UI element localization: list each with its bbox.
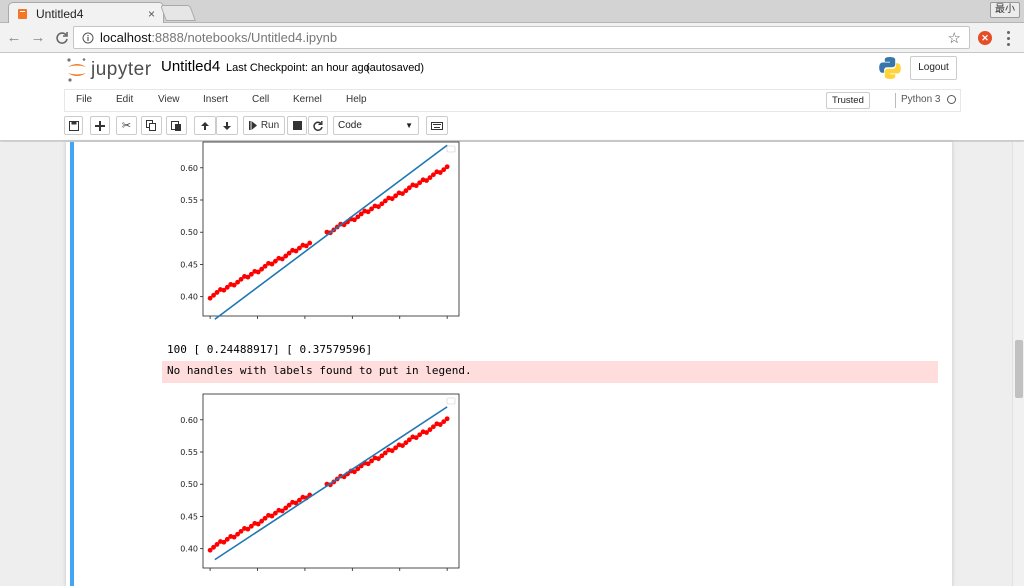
run-button[interactable]: Run <box>243 116 285 135</box>
plot-output-2: 0.00.20.40.60.81.00.400.450.500.550.60 <box>180 393 460 571</box>
jupyter-header: jupyter Untitled4 Last Checkpoint: an ho… <box>0 53 1024 141</box>
keyboard-icon <box>431 121 443 130</box>
stop-icon <box>292 121 302 130</box>
move-up-button[interactable] <box>194 116 216 135</box>
reload-icon[interactable] <box>52 28 72 48</box>
y-tick-label: 0.40 <box>180 293 198 302</box>
scrollbar-thumb[interactable] <box>1015 340 1023 398</box>
kernel-name[interactable]: Python 3 <box>901 94 940 105</box>
checkpoint-status: Last Checkpoint: an hour ago <box>226 62 370 74</box>
paste-button[interactable] <box>166 116 187 135</box>
y-tick-label: 0.40 <box>180 545 198 554</box>
copy-button[interactable] <box>141 116 162 135</box>
info-icon[interactable] <box>82 32 94 44</box>
y-tick-label: 0.60 <box>180 416 198 425</box>
menu-insert[interactable]: Insert <box>203 94 228 105</box>
menu-edit[interactable]: Edit <box>116 94 133 105</box>
extension-icon[interactable]: ✕ <box>978 31 992 45</box>
logout-button[interactable]: Logout <box>910 56 957 80</box>
address-bar[interactable]: localhost:8888/notebooks/Untitled4.ipynb… <box>73 26 970 49</box>
bookmark-star-icon[interactable]: ☆ <box>948 29 961 47</box>
scatter-point <box>307 240 313 246</box>
scatter-point <box>444 164 450 170</box>
jupyter-logo-icon <box>67 58 86 82</box>
run-button-label: Run <box>260 120 280 131</box>
empty-legend-box <box>446 397 456 405</box>
browser-tab[interactable]: Untitled4 × <box>8 2 164 24</box>
selected-cell-indicator <box>70 142 74 586</box>
notebook-name[interactable]: Untitled4 <box>161 58 220 75</box>
notebook-menubar: File Edit View Insert Cell Kernel Help T… <box>64 89 961 112</box>
jupyter-logo[interactable]: jupyter <box>66 57 152 83</box>
step-forward-icon <box>248 121 257 130</box>
plot-axes-frame <box>202 141 460 317</box>
cut-button[interactable]: ✂ <box>116 116 137 135</box>
y-tick-label: 0.45 <box>180 260 198 269</box>
cell-type-value: Code <box>338 120 362 131</box>
plus-icon <box>95 120 105 131</box>
jupyter-favicon-icon <box>17 8 28 20</box>
y-tick-label: 0.50 <box>180 228 198 237</box>
move-down-button[interactable] <box>216 116 238 135</box>
arrow-down-icon <box>223 121 231 130</box>
stderr-output: No handles with labels found to put in l… <box>162 361 938 383</box>
menu-view[interactable]: View <box>158 94 180 105</box>
y-tick-label: 0.45 <box>180 512 198 521</box>
url-host: localhost <box>100 30 152 45</box>
scissors-icon: ✂ <box>121 120 132 132</box>
menu-kernel[interactable]: Kernel <box>293 94 322 105</box>
cell-type-select[interactable]: Code ▼ <box>333 116 419 135</box>
page-scrollbar[interactable] <box>1012 142 1024 586</box>
y-tick-label: 0.50 <box>180 480 198 489</box>
window-control-button[interactable]: 最小 <box>990 2 1020 18</box>
browser-toolbar: ← → localhost:8888/notebooks/Untitled4.i… <box>0 23 1024 53</box>
new-tab-button[interactable] <box>160 5 196 21</box>
jupyter-logo-text: jupyter <box>91 59 152 80</box>
menu-help[interactable]: Help <box>346 94 367 105</box>
menu-file[interactable]: File <box>76 94 92 105</box>
forward-icon[interactable]: → <box>28 28 48 48</box>
back-icon[interactable]: ← <box>4 28 24 48</box>
browser-menu-icon[interactable] <box>1004 29 1012 47</box>
restart-kernel-button[interactable] <box>308 116 328 135</box>
empty-legend-box <box>446 145 456 153</box>
kernel-separator <box>895 93 896 108</box>
trusted-badge[interactable]: Trusted <box>826 92 870 109</box>
stream-output: 100 [ 0.24488917] [ 0.37579596] <box>167 343 373 356</box>
plot-output-1: 0.00.20.40.60.81.00.400.450.500.550.60 <box>180 141 460 320</box>
tab-title: Untitled4 <box>36 6 84 21</box>
interrupt-kernel-button[interactable] <box>287 116 307 135</box>
save-button[interactable] <box>64 116 83 135</box>
menu-cell[interactable]: Cell <box>252 94 269 105</box>
python-logo-icon <box>879 57 901 79</box>
y-tick-label: 0.60 <box>180 164 198 173</box>
copy-icon <box>146 120 156 131</box>
y-tick-label: 0.55 <box>180 448 198 457</box>
chevron-down-icon: ▼ <box>405 121 413 130</box>
scatter-point <box>444 416 450 422</box>
kernel-idle-icon <box>947 95 956 104</box>
restart-icon <box>313 120 323 131</box>
tab-close-icon[interactable]: × <box>148 7 155 21</box>
arrow-up-icon <box>201 121 209 130</box>
command-palette-button[interactable] <box>426 116 448 135</box>
notebook-area: 0.00.20.40.60.81.00.400.450.500.550.60 1… <box>0 141 1012 586</box>
notebook-page: 0.00.20.40.60.81.00.400.450.500.550.60 1… <box>65 141 953 586</box>
autosave-status: (autosaved) <box>366 62 425 74</box>
browser-tab-strip: Untitled4 × 最小 <box>0 0 1024 24</box>
paste-icon <box>171 121 181 131</box>
insert-cell-button[interactable] <box>90 116 110 135</box>
y-tick-label: 0.55 <box>180 196 198 205</box>
save-icon <box>68 120 79 131</box>
url-path: :8888/notebooks/Untitled4.ipynb <box>151 30 338 45</box>
